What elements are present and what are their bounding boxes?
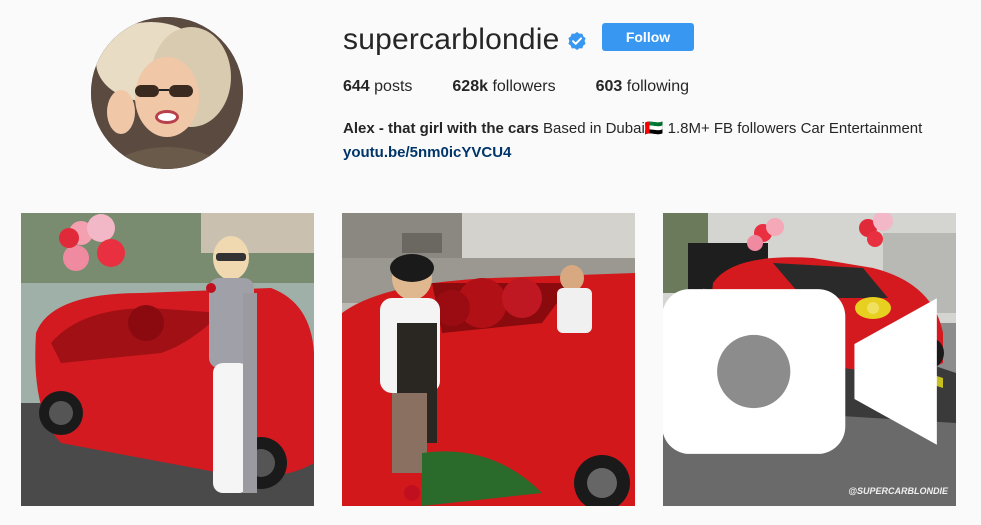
post-1-image (21, 213, 314, 506)
post-watermark: @SUPERCARBLONDIE (848, 486, 948, 496)
username-row: supercarblondie (343, 22, 587, 58)
bio-full-name: Alex - that girl with the cars (343, 120, 539, 137)
followers-count: 628k (452, 78, 488, 95)
follow-button[interactable]: Follow (602, 23, 694, 51)
post-thumbnail-3[interactable]: @SUPERCARBLONDIE (663, 213, 956, 506)
stat-posts: 644 posts (343, 77, 412, 97)
posts-label: posts (374, 78, 413, 95)
username: supercarblondie (343, 23, 560, 56)
posts-count: 644 (343, 78, 370, 95)
followers-label: followers (492, 78, 556, 95)
bio-line: Alex - that girl with the cars Based in … (343, 119, 963, 139)
following-count: 603 (595, 78, 623, 95)
profile-stats: 644 posts 628k followers 603 following (343, 77, 729, 97)
bio-text: Based in Dubai🇦🇪 1.8M+ FB followers Car … (543, 120, 923, 137)
post-thumbnail-2[interactable] (342, 213, 635, 506)
avatar-image (91, 17, 243, 169)
post-thumbnail-1[interactable] (21, 213, 314, 506)
stat-followers[interactable]: 628k followers (452, 77, 555, 97)
verified-badge-icon (568, 32, 587, 50)
video-icon (663, 289, 937, 454)
stat-following[interactable]: 603 following (596, 77, 689, 97)
bio-website-link[interactable]: youtu.be/5nm0icYVCU4 (343, 143, 511, 163)
following-label: following (626, 78, 690, 95)
profile-bio: Alex - that girl with the cars Based in … (343, 119, 963, 163)
profile-avatar[interactable] (91, 17, 243, 169)
post-2-image (342, 213, 635, 506)
